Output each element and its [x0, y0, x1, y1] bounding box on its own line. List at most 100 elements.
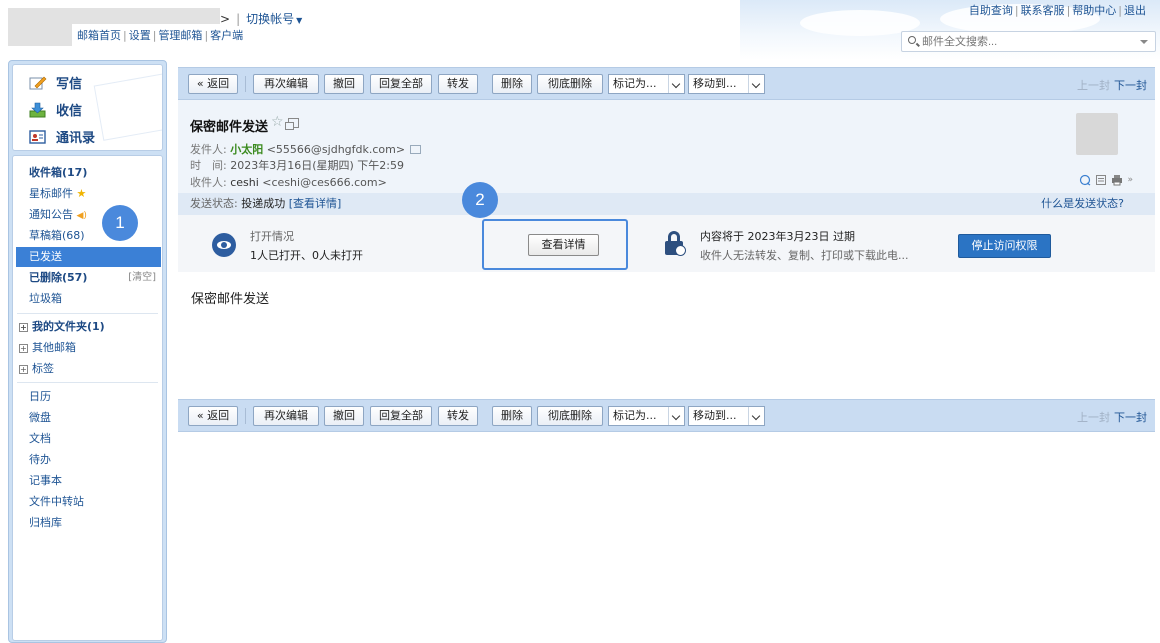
prev-mail-link[interactable]: 上一封 [1077, 77, 1110, 93]
mark-as-label: 标记为... [613, 77, 657, 90]
mail-header: 保密邮件发送 ☆ 发件人: 小太阳 <55566@sjdhgfdk.com> 时… [178, 100, 1155, 193]
move-to-label: 移动到... [693, 77, 737, 90]
mark-as-select[interactable]: 标记为... [608, 74, 685, 94]
folder-list: 收件箱(17) 星标邮件 ★ 通知公告 ◀) 草稿箱(68) 已发送 已删除(5… [12, 155, 163, 641]
delete-button[interactable]: 删除 [492, 406, 532, 426]
reply-all-button[interactable]: 回复全部 [370, 406, 432, 426]
mail-toolbar-bottom: « 返回 再次编辑 撤回 回复全部 转发 删除 彻底删除 标记为... 移动到.… [178, 399, 1155, 432]
recipient-name[interactable]: ceshi [230, 176, 259, 189]
folder-starred[interactable]: 星标邮件 ★ [13, 184, 162, 204]
folder-starred-label: 星标邮件 [29, 187, 73, 200]
quick-actions: 写信 收信 通讯录 [12, 64, 163, 151]
account-row: > | 切换帐号 ▼ [220, 12, 303, 26]
send-status: 发送状态: 投递成功 [查看详情] [190, 193, 341, 215]
open-status-value: 1人已打开、0人未打开 [250, 249, 363, 262]
folder-sent[interactable]: 已发送 [16, 247, 161, 267]
what-is-status-link[interactable]: 什么是发送状态? [1041, 193, 1124, 215]
back-button[interactable]: « 返回 [188, 406, 238, 426]
folder-junk[interactable]: 垃圾箱 [13, 289, 162, 309]
mail-search-box[interactable] [901, 31, 1156, 52]
mark-as-select[interactable]: 标记为... [608, 406, 685, 426]
folder-inbox[interactable]: 收件箱(17) [13, 163, 162, 183]
print-icon[interactable] [1111, 174, 1123, 186]
mail-toolbar-top: « 返回 再次编辑 撤回 回复全部 转发 删除 彻底删除 标记为... 移动到.… [178, 67, 1155, 100]
clear-deleted-link[interactable]: [清空] [128, 268, 156, 288]
forward-button[interactable]: 转发 [438, 74, 478, 94]
status-value: 投递成功 [241, 197, 286, 210]
folder-deleted-label: 已删除(57) [29, 271, 88, 284]
app-file-transfer[interactable]: 文件中转站 [13, 492, 162, 512]
client-link[interactable]: 客户端 [210, 29, 243, 42]
mail-home-link[interactable]: 邮箱首页 [77, 29, 121, 42]
note-icon[interactable] [1095, 174, 1107, 185]
folder-divider [17, 313, 158, 314]
reedit-button[interactable]: 再次编辑 [253, 74, 319, 94]
speaker-icon: ◀) [76, 211, 87, 221]
contact-support-link[interactable]: 联系客服 [1021, 4, 1065, 17]
app-notes[interactable]: 记事本 [13, 471, 162, 491]
folder-deleted[interactable]: 已删除(57) [清空] [13, 268, 162, 288]
expire-description: 收件人无法转发、复制、打印或下载此电... [700, 249, 909, 262]
folder-my-folders[interactable]: + 我的文件夹(1) [13, 317, 162, 337]
stop-access-button[interactable]: 停止访问权限 [958, 234, 1051, 258]
help-center-link[interactable]: 帮助中心 [1072, 4, 1116, 17]
time-row: 时 间: 2023年3月16日(星期四) 下午2:59 [190, 157, 404, 173]
delete-permanently-button[interactable]: 彻底删除 [537, 74, 603, 94]
app-archive[interactable]: 归档库 [13, 513, 162, 533]
logout-link[interactable]: 退出 [1124, 4, 1146, 17]
back-button[interactable]: « 返回 [188, 74, 238, 94]
delete-permanently-button[interactable]: 彻底删除 [537, 406, 603, 426]
expire-title: 内容将于 2023年3月23日 过期 [700, 230, 855, 243]
forward-button[interactable]: 转发 [438, 406, 478, 426]
contacts-label: 通讯录 [56, 131, 96, 146]
tags-label: 标签 [32, 362, 54, 375]
next-mail-link[interactable]: 下一封 [1114, 409, 1147, 425]
top-header: > | 切换帐号 ▼ 邮箱首页 | 设置 | 管理邮箱 | 客户端 自助查询 | 联系客服 | 帮助中心 |… [0, 0, 1160, 60]
status-detail-link[interactable]: [查看详情] [289, 197, 342, 210]
top-right-links: 自助查询 | 联系客服 | 帮助中心 | 退出 [968, 4, 1146, 17]
prev-mail-link[interactable]: 上一封 [1077, 409, 1110, 425]
app-todo[interactable]: 待办 [13, 450, 162, 470]
search-input[interactable] [922, 34, 1122, 50]
contact-card-icon[interactable] [410, 145, 422, 154]
reply-all-button[interactable]: 回复全部 [370, 74, 432, 94]
folder-tags[interactable]: + 标签 [13, 359, 162, 379]
switch-account-link[interactable]: 切换帐号 [246, 12, 294, 26]
folder-drafts[interactable]: 草稿箱(68) [13, 226, 162, 246]
sender-name[interactable]: 小太阳 [230, 143, 263, 156]
expand-plus-icon[interactable]: + [19, 365, 28, 374]
next-mail-link[interactable]: 下一封 [1114, 77, 1147, 93]
recall-button[interactable]: 撤回 [324, 74, 364, 94]
mail-body: 保密邮件发送 [191, 292, 270, 307]
manage-mailbox-link[interactable]: 管理邮箱 [158, 29, 202, 42]
receive-button[interactable]: 收信 [29, 100, 82, 119]
move-to-select[interactable]: 移动到... [688, 406, 765, 426]
self-service-link[interactable]: 自助查询 [969, 4, 1013, 17]
app-docs[interactable]: 文档 [13, 429, 162, 449]
recall-button[interactable]: 撤回 [324, 406, 364, 426]
folder-other-mailbox[interactable]: + 其他邮箱 [13, 338, 162, 358]
expand-plus-icon[interactable]: + [19, 323, 28, 332]
settings-link[interactable]: 设置 [129, 29, 151, 42]
reedit-button[interactable]: 再次编辑 [253, 406, 319, 426]
move-to-select[interactable]: 移动到... [688, 74, 765, 94]
mark-as-label: 标记为... [613, 409, 657, 422]
contacts-button[interactable]: 通讯录 [29, 127, 95, 146]
compose-label: 写信 [56, 77, 83, 92]
chevron-down-icon [748, 75, 764, 93]
expand-plus-icon[interactable]: + [19, 344, 28, 353]
compose-icon [29, 75, 47, 91]
delete-button[interactable]: 删除 [492, 74, 532, 94]
search-dropdown-icon[interactable] [1140, 40, 1148, 44]
compose-button[interactable]: 写信 [29, 73, 82, 92]
app-calendar[interactable]: 日历 [13, 387, 162, 407]
star-outline-icon[interactable]: ☆ [271, 114, 284, 130]
highlight-box [482, 219, 628, 270]
folder-notice[interactable]: 通知公告 ◀) [13, 205, 162, 225]
app-drive[interactable]: 微盘 [13, 408, 162, 428]
more-chevron-icon[interactable]: » [1127, 175, 1133, 185]
folder-notice-label: 通知公告 [29, 208, 73, 221]
popout-window-icon[interactable] [285, 118, 299, 130]
chevron-down-icon[interactable]: ▼ [296, 16, 302, 25]
chat-icon[interactable] [1079, 174, 1091, 186]
